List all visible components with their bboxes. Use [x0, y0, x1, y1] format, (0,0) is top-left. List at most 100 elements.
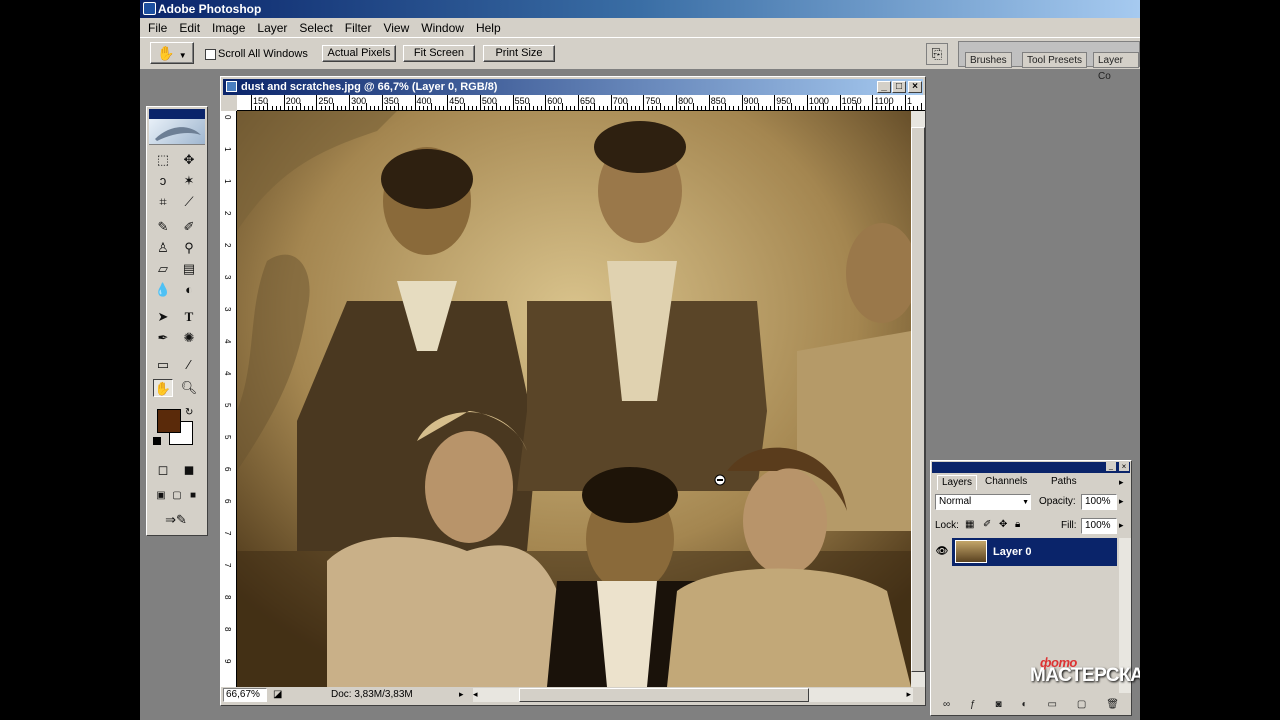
file-browser-icon[interactable]: ⎘: [926, 43, 948, 65]
image-canvas[interactable]: [237, 111, 911, 687]
horizontal-scroll-thumb[interactable]: [519, 688, 809, 702]
eraser-tool-icon[interactable]: ▱: [153, 260, 173, 278]
layer-row[interactable]: 👁︎ Layer 0: [932, 538, 1117, 566]
ruler-h-minor-tick: [377, 106, 379, 110]
ruler-h-minor-tick: [704, 106, 706, 110]
custom-shape-icon[interactable]: ✺: [179, 329, 199, 347]
menu-file[interactable]: File: [142, 21, 173, 35]
layer-style-icon[interactable]: ƒ: [970, 699, 976, 713]
palette-minimize-button[interactable]: _: [1106, 462, 1116, 471]
eye-icon[interactable]: 👁︎: [932, 538, 952, 566]
hand-tool-icon[interactable]: ✋: [153, 379, 173, 397]
layers-palette-header[interactable]: _ ×: [932, 462, 1130, 473]
opacity-slider-arrow-icon[interactable]: ▸: [1119, 496, 1124, 507]
zoom-level-field[interactable]: 66,67%: [223, 688, 267, 702]
dodge-tool-icon[interactable]: ◐: [179, 281, 199, 299]
quick-mask-icon[interactable]: ◼: [179, 461, 199, 479]
pen-tool-icon[interactable]: ✒: [153, 329, 173, 347]
fill-slider-arrow-icon[interactable]: ▸: [1119, 520, 1124, 531]
slice-tool-icon[interactable]: ⟋: [179, 193, 199, 211]
notes-tool-icon[interactable]: ▭: [153, 356, 173, 374]
ruler-h-tick: [349, 95, 351, 110]
minimize-button[interactable]: _: [877, 81, 891, 93]
opacity-field[interactable]: 100%: [1081, 494, 1117, 510]
move-tool-icon[interactable]: ✥: [179, 151, 199, 169]
layer-thumbnail: [955, 540, 987, 563]
palette-menu-icon[interactable]: ▸: [1119, 477, 1124, 488]
default-colors-icon[interactable]: [153, 437, 161, 445]
menu-edit[interactable]: Edit: [173, 21, 206, 35]
maximize-button[interactable]: □: [892, 81, 906, 93]
clone-stamp-icon[interactable]: ♙: [153, 239, 173, 257]
standard-mode-icon[interactable]: ◻: [153, 461, 173, 479]
layer-mask-icon[interactable]: ◙: [996, 699, 1002, 713]
toolbox-header[interactable]: [149, 109, 205, 119]
swap-colors-icon[interactable]: ↻: [185, 407, 193, 418]
family-photo: [237, 111, 911, 687]
horizontal-scrollbar[interactable]: ◂ ▸: [473, 688, 913, 702]
ruler-h-minor-tick: [529, 103, 530, 110]
fill-field[interactable]: 100%: [1081, 518, 1117, 534]
vertical-scrollbar[interactable]: [911, 111, 925, 687]
tool-preset-picker[interactable]: ✋ ▼: [150, 42, 194, 64]
print-size-button[interactable]: Print Size: [483, 45, 555, 62]
palette-tab-layer-comps[interactable]: Layer Co: [1093, 52, 1139, 82]
photoshop-app-icon: [143, 2, 156, 15]
palette-tab-tool-presets[interactable]: Tool Presets: [1022, 52, 1088, 68]
vertical-scroll-thumb[interactable]: [911, 127, 925, 672]
eyedropper-icon[interactable]: ⁄: [179, 356, 199, 374]
ruler-h-minor-tick: [484, 106, 485, 110]
close-button[interactable]: ×: [908, 81, 922, 93]
palette-tab-brushes[interactable]: Brushes: [965, 52, 1012, 68]
palette-close-button[interactable]: ×: [1119, 462, 1129, 471]
tab-channels[interactable]: Channels: [981, 475, 1031, 489]
magic-wand-icon[interactable]: ✶: [179, 172, 199, 190]
new-set-icon[interactable]: ▭: [1048, 699, 1057, 713]
scroll-right-icon[interactable]: ▸: [906, 689, 911, 700]
blur-tool-icon[interactable]: 💧: [153, 281, 173, 299]
document-titlebar[interactable]: dust and scratches.jpg @ 66,7% (Layer 0,…: [223, 79, 923, 95]
menu-view[interactable]: View: [377, 21, 415, 35]
feather-logo-icon[interactable]: [149, 119, 205, 145]
lasso-tool-icon[interactable]: ↄ: [153, 172, 173, 190]
crop-tool-icon[interactable]: ⌗: [153, 193, 173, 211]
foreground-color-swatch[interactable]: [157, 409, 181, 433]
scroll-all-windows-label: Scroll All Windows: [218, 48, 308, 60]
menu-help[interactable]: Help: [470, 21, 507, 35]
new-layer-icon[interactable]: ▢: [1077, 699, 1086, 713]
scroll-left-icon[interactable]: ◂: [473, 689, 478, 700]
delete-layer-icon[interactable]: 🗑︎: [1106, 699, 1119, 713]
ruler-h-minor-tick: [328, 106, 330, 110]
tab-paths[interactable]: Paths: [1047, 475, 1081, 489]
ruler-h-minor-tick: [786, 106, 788, 110]
zoom-tool-icon[interactable]: 🔍︎: [179, 379, 199, 397]
ruler-h-tick: [872, 95, 874, 110]
lock-position-icon[interactable]: ✥: [999, 519, 1007, 530]
jump-to-imageready-icon[interactable]: ⇒✎: [153, 511, 199, 529]
tab-layers[interactable]: Layers: [937, 475, 978, 490]
menu-select[interactable]: Select: [293, 21, 338, 35]
link-icon[interactable]: ∞: [943, 699, 950, 713]
healing-brush-icon[interactable]: ✎: [153, 218, 173, 236]
lock-transparency-icon[interactable]: ▦: [965, 519, 974, 530]
scroll-all-windows-checkbox[interactable]: [205, 49, 216, 60]
lock-image-icon[interactable]: ✐: [983, 519, 991, 530]
menu-filter[interactable]: Filter: [339, 21, 378, 35]
history-brush-icon[interactable]: ⚲: [179, 239, 199, 257]
marquee-tool-icon[interactable]: ⬚: [153, 151, 173, 169]
actual-pixels-button[interactable]: Actual Pixels: [322, 45, 396, 62]
status-arrow-icon[interactable]: ▸: [459, 689, 464, 700]
menu-window[interactable]: Window: [415, 21, 470, 35]
blend-mode-select[interactable]: Normal ▼: [935, 494, 1031, 510]
gradient-tool-icon[interactable]: ▤: [179, 260, 199, 278]
brush-tool-icon[interactable]: ✐: [179, 218, 199, 236]
menu-image[interactable]: Image: [206, 21, 251, 35]
menu-layer[interactable]: Layer: [251, 21, 293, 35]
lock-all-icon[interactable]: 🔒︎: [1015, 519, 1020, 530]
fit-screen-button[interactable]: Fit Screen: [403, 45, 475, 62]
adjustment-layer-icon[interactable]: ◐: [1022, 699, 1028, 713]
path-selection-icon[interactable]: ➤: [153, 308, 173, 326]
status-menu-icon[interactable]: ◪: [273, 689, 282, 700]
type-tool-icon[interactable]: T: [179, 308, 199, 326]
screen-mode-full-icon[interactable]: ■: [183, 487, 203, 505]
